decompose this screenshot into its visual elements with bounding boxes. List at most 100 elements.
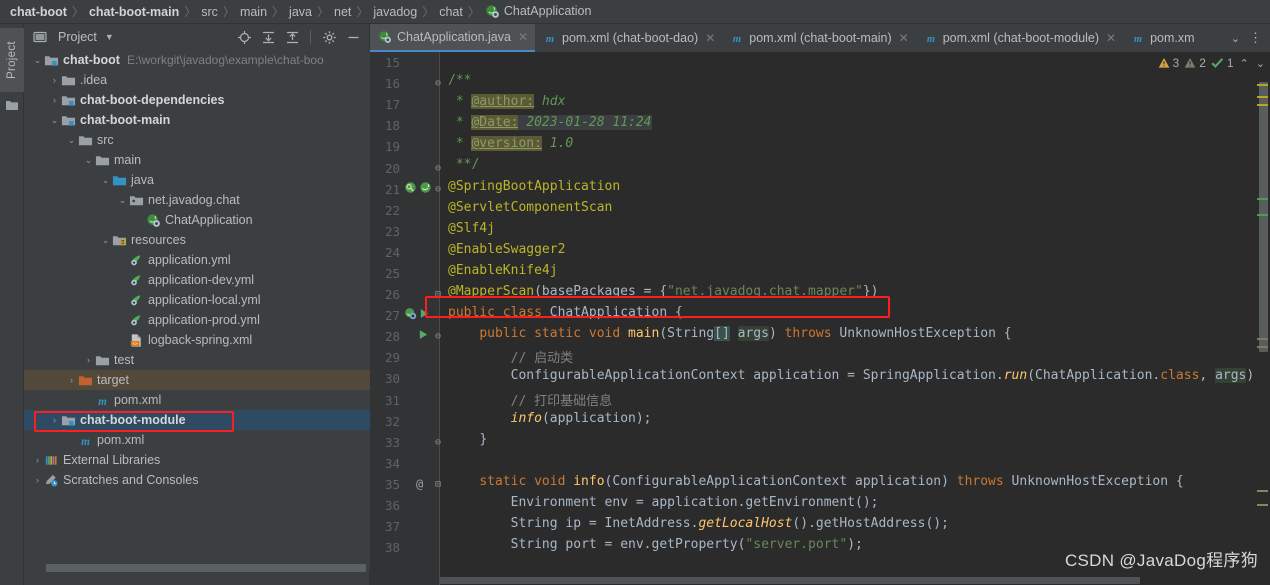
- editor-tab-chatapplication-java[interactable]: ChatApplication.java ✕: [370, 24, 536, 52]
- close-icon[interactable]: ✕: [705, 31, 715, 45]
- fold-marker[interactable]: [432, 495, 444, 516]
- fold-marker[interactable]: [432, 52, 444, 73]
- run-icon[interactable]: [418, 329, 429, 344]
- fold-marker[interactable]: [432, 263, 444, 284]
- chevron-right-icon[interactable]: ›: [32, 455, 43, 465]
- fold-marker[interactable]: [432, 368, 444, 389]
- marker-info[interactable]: [1257, 346, 1268, 348]
- chevron-down-icon[interactable]: ⌄: [83, 155, 94, 166]
- code-editor[interactable]: 15 16 ⊖/** 17 * @author: hdx 18 * @Date: 202…: [370, 52, 1270, 585]
- chevron-right-icon[interactable]: ›: [83, 355, 94, 365]
- editor-marker-gutter[interactable]: [1256, 52, 1270, 585]
- previous-problem-icon[interactable]: ⌃: [1239, 57, 1250, 70]
- marker-warning[interactable]: [1257, 104, 1268, 106]
- code-line[interactable]: 21 ⊖ @SpringBootApplication: [370, 179, 1270, 200]
- scrollbar-thumb[interactable]: [440, 577, 1140, 584]
- close-icon[interactable]: ✕: [518, 30, 528, 44]
- collapse-all-icon[interactable]: [284, 29, 300, 45]
- fold-marker[interactable]: [432, 200, 444, 221]
- code-line[interactable]: 35 @ ⊟ static void info(ConfigurableApplic…: [370, 474, 1270, 495]
- chevron-down-icon[interactable]: ⌄: [49, 115, 60, 126]
- marker-warning[interactable]: [1257, 96, 1268, 98]
- code-line[interactable]: 15: [370, 52, 1270, 73]
- chevron-down-icon[interactable]: ⌄: [1231, 32, 1240, 45]
- annotation-marker[interactable]: @: [416, 477, 423, 491]
- chevron-down-icon[interactable]: ▼: [105, 32, 114, 42]
- chevron-down-icon[interactable]: ⌄: [100, 235, 111, 246]
- fold-marker[interactable]: [432, 221, 444, 242]
- editor-tab-pom-xm[interactable]: m pom.xm: [1123, 24, 1201, 52]
- chevron-right-icon[interactable]: ›: [49, 415, 60, 425]
- fold-marker[interactable]: [432, 115, 444, 136]
- code-line[interactable]: 27 public class ChatApplication {: [370, 305, 1270, 326]
- tree-row-pom-xml[interactable]: m pom.xml: [24, 390, 370, 410]
- close-icon[interactable]: ✕: [1106, 31, 1116, 45]
- code-lines[interactable]: 15 16 ⊖/** 17 * @author: hdx 18 * @Date: 202…: [370, 52, 1270, 558]
- fold-marker[interactable]: ⊖: [432, 179, 444, 200]
- chevron-right-icon[interactable]: ›: [32, 475, 43, 485]
- tree-row-target[interactable]: › target: [24, 370, 370, 390]
- editor-horizontal-scrollbar[interactable]: [440, 575, 1256, 585]
- code-line[interactable]: 36 Environment env = application.getEnvi…: [370, 495, 1270, 516]
- tree-row-application-local-yml[interactable]: application-local.yml: [24, 290, 370, 310]
- breadcrumb-item-chat-boot[interactable]: chat-boot: [10, 5, 67, 19]
- scrollbar-thumb[interactable]: [46, 564, 366, 572]
- minimize-icon[interactable]: [345, 29, 361, 45]
- chevron-down-icon[interactable]: ⌄: [100, 175, 111, 186]
- expand-all-icon[interactable]: [260, 29, 276, 45]
- code-line[interactable]: 30 ConfigurableApplicationContext applic…: [370, 368, 1270, 389]
- gear-icon[interactable]: [321, 29, 337, 45]
- next-problem-icon[interactable]: ⌄: [1255, 57, 1266, 70]
- code-line[interactable]: 17 * @author: hdx: [370, 94, 1270, 115]
- locate-icon[interactable]: [236, 29, 252, 45]
- tree-row-chat-boot[interactable]: ⌄ chat-boot E:\workgit\javadog\example\cha…: [24, 50, 370, 70]
- code-line[interactable]: 38 String port = env.getProperty("server…: [370, 537, 1270, 558]
- run-icon[interactable]: [419, 308, 430, 323]
- tree-row-resources[interactable]: ⌄ resources: [24, 230, 370, 250]
- code-line[interactable]: 37 String ip = InetAddress.getLocalHost(…: [370, 516, 1270, 537]
- tree-row-test[interactable]: › test: [24, 350, 370, 370]
- fold-marker[interactable]: ⊖: [432, 158, 444, 179]
- breadcrumb-item-chat-boot-main[interactable]: chat-boot-main: [89, 5, 179, 19]
- tree-row-application-dev-yml[interactable]: application-dev.yml: [24, 270, 370, 290]
- close-icon[interactable]: ✕: [899, 31, 909, 45]
- inspection-ok-count[interactable]: 1: [1211, 56, 1234, 70]
- tree-row-application-yml[interactable]: application.yml: [24, 250, 370, 270]
- chevron-right-icon[interactable]: ›: [49, 75, 60, 85]
- code-line[interactable]: 26 ⊟ @MapperScan(basePackages = {"net.java…: [370, 284, 1270, 305]
- tree-row-scratches-and-consoles[interactable]: › Scratches and Consoles: [24, 470, 370, 490]
- spring-bean-icon[interactable]: [404, 181, 417, 198]
- fold-marker[interactable]: [432, 347, 444, 368]
- code-line[interactable]: 23 @Slf4j: [370, 221, 1270, 242]
- fold-marker[interactable]: [432, 305, 444, 326]
- breadcrumb-item-net[interactable]: net: [334, 5, 351, 19]
- fold-marker[interactable]: [432, 390, 444, 411]
- chevron-down-icon[interactable]: ⌄: [117, 195, 128, 206]
- marker-info[interactable]: [1257, 338, 1268, 340]
- code-line[interactable]: 34: [370, 453, 1270, 474]
- tool-window-button-project[interactable]: Project: [0, 28, 24, 92]
- fold-marker[interactable]: ⊖: [432, 326, 444, 347]
- project-horizontal-scrollbar[interactable]: [24, 562, 370, 574]
- tree-row-external-libraries[interactable]: › External Libraries: [24, 450, 370, 470]
- tree-row-logback-spring-xml[interactable]: <> logback-spring.xml: [24, 330, 370, 350]
- marker-change[interactable]: [1257, 198, 1268, 200]
- code-line[interactable]: 28 ⊖ public static void main(String[] arg…: [370, 326, 1270, 347]
- tree-row-src[interactable]: ⌄ src: [24, 130, 370, 150]
- vertical-scrollbar-thumb[interactable]: [1259, 82, 1268, 352]
- tree-row-chat-boot-dependencies[interactable]: › chat-boot-dependencies: [24, 90, 370, 110]
- breadcrumb-item-chatapplication[interactable]: ChatApplication: [485, 4, 591, 19]
- marker-warning[interactable]: [1257, 84, 1268, 86]
- editor-tab-pom-xml-chat-boot-main-[interactable]: m pom.xml (chat-boot-main) ✕: [722, 24, 915, 52]
- chevron-right-icon[interactable]: ›: [66, 375, 77, 385]
- marker-change[interactable]: [1257, 214, 1268, 216]
- fold-marker[interactable]: ⊖: [432, 73, 444, 94]
- editor-tab-pom-xml-chat-boot-dao-[interactable]: m pom.xml (chat-boot-dao) ✕: [535, 24, 722, 52]
- fold-marker[interactable]: [432, 537, 444, 558]
- breadcrumb-item-java[interactable]: java: [289, 5, 312, 19]
- code-line[interactable]: 29 // 启动类: [370, 347, 1270, 368]
- fold-marker[interactable]: [432, 516, 444, 537]
- code-line[interactable]: 33 ⊖ }: [370, 432, 1270, 453]
- breadcrumb-item-main[interactable]: main: [240, 5, 267, 19]
- breadcrumb-item-src[interactable]: src: [201, 5, 218, 19]
